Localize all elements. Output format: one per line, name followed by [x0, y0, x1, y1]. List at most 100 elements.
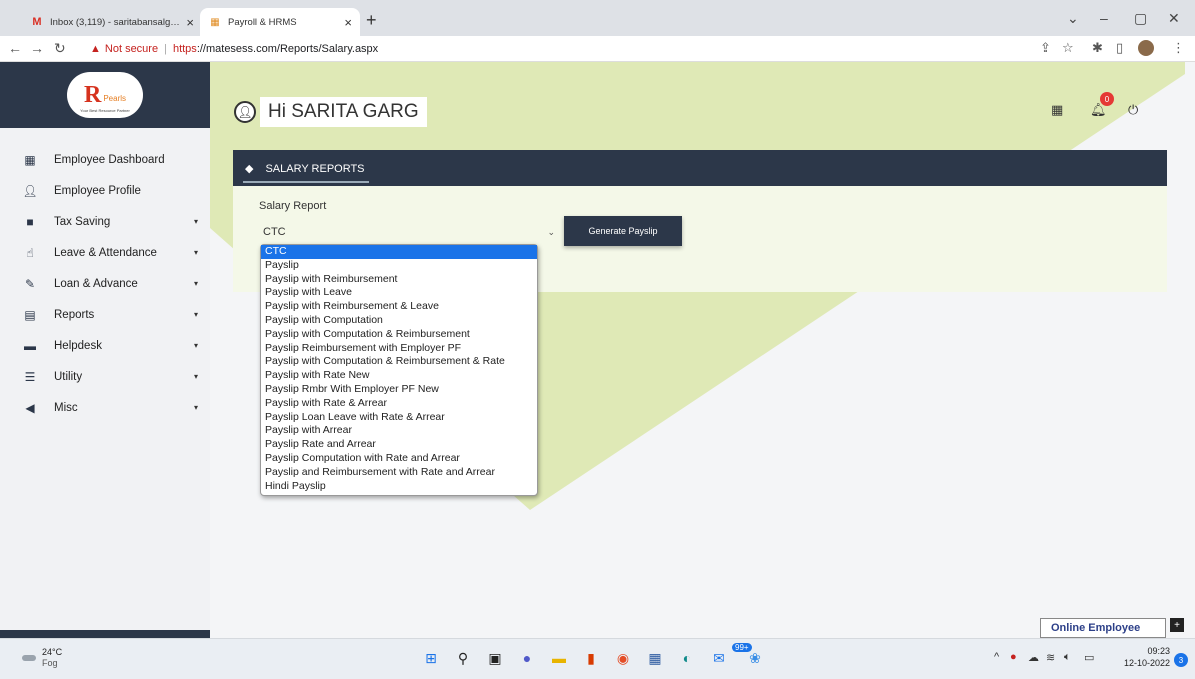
antivirus-icon[interactable]: ●	[1010, 651, 1017, 663]
notification-center-badge[interactable]: 3	[1174, 653, 1188, 667]
apps-grid-icon[interactable]: ▦	[1051, 102, 1063, 118]
sidebar-item-misc[interactable]: ◀ Misc ▾	[0, 392, 210, 423]
windows-taskbar: 24°C Fog ⊞ ⚲ ▣ ● ▬ ▮ ◉ ▦ ◐ ✉ 99+ ❀ ^ ● ☁…	[0, 638, 1195, 679]
chevron-down-icon: ▾	[193, 248, 198, 257]
extensions-icon[interactable]: ✱	[1092, 40, 1103, 56]
logo-tagline: Your Best Resource Partner	[80, 108, 130, 113]
sidebar-panel-icon[interactable]: ▯	[1116, 40, 1123, 56]
reload-icon[interactable]: ↻	[54, 40, 66, 57]
generate-payslip-button[interactable]: Generate Payslip	[564, 216, 682, 246]
chrome-icon[interactable]: ◉	[612, 647, 634, 669]
dropdown-option[interactable]: Payslip Rate and Arrear	[261, 438, 537, 452]
browser-tab-strip: M Inbox (3,119) - saritabansalgarg. × ▦ …	[0, 0, 1195, 36]
sidebar-item-employee-profile[interactable]: 👤︎ Employee Profile	[0, 175, 210, 206]
chevron-down-icon: ▾	[193, 279, 198, 288]
minimize-icon[interactable]: –	[1100, 10, 1108, 26]
restore-icon[interactable]: ▢	[1134, 10, 1147, 27]
dropdown-option[interactable]: Payslip with Arrear	[261, 424, 537, 438]
sidebar-item-leave-attendance[interactable]: ☝︎ Leave & Attendance ▾	[0, 237, 210, 268]
dropdown-option[interactable]: Payslip with Rate & Arrear	[261, 397, 537, 411]
dropdown-option[interactable]: Payslip with Reimbursement & Leave	[261, 300, 537, 314]
store-icon[interactable]: ▦	[644, 647, 666, 669]
edge-icon[interactable]: ◐	[676, 647, 698, 669]
profile-avatar-icon[interactable]	[1138, 40, 1154, 56]
wifi-icon[interactable]: ≋	[1046, 651, 1055, 664]
expand-icon[interactable]: +	[1170, 618, 1184, 632]
tab-gmail[interactable]: M Inbox (3,119) - saritabansalgarg. ×	[22, 8, 202, 36]
close-tab-icon[interactable]: ×	[186, 15, 194, 30]
dropdown-option[interactable]: Payslip	[261, 259, 537, 273]
dropdown-option[interactable]: Payslip with Computation & Reimbursement	[261, 328, 537, 342]
volume-icon[interactable]: 🔈︎	[1064, 651, 1071, 664]
sidebar-item-tax-saving[interactable]: ■ Tax Saving ▾	[0, 206, 210, 237]
gmail-icon: M	[32, 16, 42, 28]
sidebar-item-label: Utility	[54, 370, 83, 383]
bookmark-star-icon[interactable]: ☆	[1062, 40, 1074, 56]
temperature: 24°C	[42, 647, 63, 657]
selected-value: CTC	[263, 226, 286, 238]
sidebar-item-loan-advance[interactable]: ✎ Loan & Advance ▾	[0, 268, 210, 299]
tab-search-icon[interactable]: ⌄	[1067, 10, 1079, 27]
chat-icon[interactable]: ●	[516, 647, 538, 669]
sidebar-item-utility[interactable]: ☰ Utility ▾	[0, 361, 210, 392]
salary-report-select[interactable]: CTC ⌄	[259, 223, 559, 241]
dropdown-option[interactable]: Payslip Loan Leave with Rate & Arrear	[261, 411, 537, 425]
back-icon[interactable]: ←	[8, 40, 22, 56]
online-employee-button[interactable]: Online Employee	[1040, 618, 1166, 638]
forward-icon[interactable]: →	[30, 40, 44, 56]
salary-report-label: Salary Report	[259, 200, 327, 212]
file-explorer-icon[interactable]: ▬	[548, 647, 570, 669]
office-icon[interactable]: ▮	[580, 647, 602, 669]
dropdown-option[interactable]: Payslip and Reimbursement with Rate and …	[261, 466, 537, 480]
new-tab-button[interactable]: +	[366, 10, 377, 31]
windows-start-icon[interactable]: ⊞	[420, 647, 442, 669]
menu-dots-icon[interactable]: ⋮	[1172, 40, 1185, 56]
battery-icon[interactable]: ▭	[1084, 651, 1094, 664]
edit-icon: ✎	[24, 276, 36, 291]
close-window-icon[interactable]: ✕	[1168, 10, 1180, 27]
search-icon[interactable]: ⚲	[452, 647, 474, 669]
dropdown-option[interactable]: Payslip Rmbr With Employer PF New	[261, 383, 537, 397]
dropdown-option[interactable]: Payslip with Computation & Reimbursement…	[261, 355, 537, 369]
tray-chevron-icon[interactable]: ^	[994, 651, 999, 663]
task-view-icon[interactable]: ▣	[484, 647, 506, 669]
weather-condition: Fog	[42, 658, 58, 668]
sidebar: R Pearls Your Best Resource Partner ▦ Em…	[0, 62, 210, 638]
dropdown-option[interactable]: Hindi Payslip	[261, 480, 537, 494]
hr-pearls-logo[interactable]: R Pearls Your Best Resource Partner	[67, 72, 143, 118]
dropdown-option[interactable]: Payslip Computation with Rate and Arrear	[261, 452, 537, 466]
close-tab-icon[interactable]: ×	[344, 15, 352, 30]
system-clock[interactable]: 09:23 12-10-2022	[1124, 645, 1170, 669]
sidebar-item-label: Tax Saving	[54, 215, 111, 228]
weather-widget[interactable]: 24°C Fog	[22, 647, 62, 669]
dropdown-option[interactable]: CTC	[261, 245, 537, 259]
dropdown-option[interactable]: Payslip with Reimbursement	[261, 273, 537, 287]
user-avatar-icon[interactable]: 👤︎	[234, 101, 256, 123]
share-icon[interactable]: ⇪	[1040, 40, 1051, 56]
dropdown-option[interactable]: Payslip with Computation	[261, 314, 537, 328]
dropdown-option[interactable]: Payslip Reimbursement with Employer PF	[261, 342, 537, 356]
mail-icon[interactable]: ✉	[708, 647, 730, 669]
chevron-down-icon: ▾	[193, 217, 198, 226]
fog-icon	[22, 655, 36, 661]
dropdown-option[interactable]: Payslip with Leave	[261, 286, 537, 300]
tab-payroll[interactable]: ▦ Payroll & HRMS ×	[200, 8, 360, 36]
url-text: ://matesess.com/Reports/Salary.aspx	[196, 43, 379, 55]
section-title-text: SALARY REPORTS	[265, 162, 365, 175]
sidebar-item-helpdesk[interactable]: ▬ Helpdesk ▾	[0, 330, 210, 361]
dashboard-icon: ▦	[24, 152, 36, 167]
sidebar-item-employee-dashboard[interactable]: ▦ Employee Dashboard	[0, 144, 210, 175]
section-title: ◆ SALARY REPORTS	[245, 162, 365, 176]
dropdown-option[interactable]: Payslip with Rate New	[261, 369, 537, 383]
sidebar-item-reports[interactable]: ▤ Reports ▾	[0, 299, 210, 330]
clock-time: 09:23	[1147, 646, 1171, 656]
greeting-text: Hi SARITA GARG	[260, 97, 427, 127]
url-scheme: https	[172, 43, 197, 55]
onedrive-icon[interactable]: ☁	[1028, 651, 1039, 664]
photos-icon[interactable]: ❀	[744, 647, 766, 669]
chevron-down-icon: ▾	[193, 403, 198, 412]
power-icon[interactable]: ⏻	[1128, 102, 1138, 118]
sidebar-item-label: Leave & Attendance	[54, 246, 157, 259]
salary-report-dropdown[interactable]: CTC Payslip Payslip with Reimbursement Pays…	[260, 244, 538, 497]
url-bar[interactable]: ▲ Not secure | https://matesess.com/Repo…	[90, 39, 1020, 59]
